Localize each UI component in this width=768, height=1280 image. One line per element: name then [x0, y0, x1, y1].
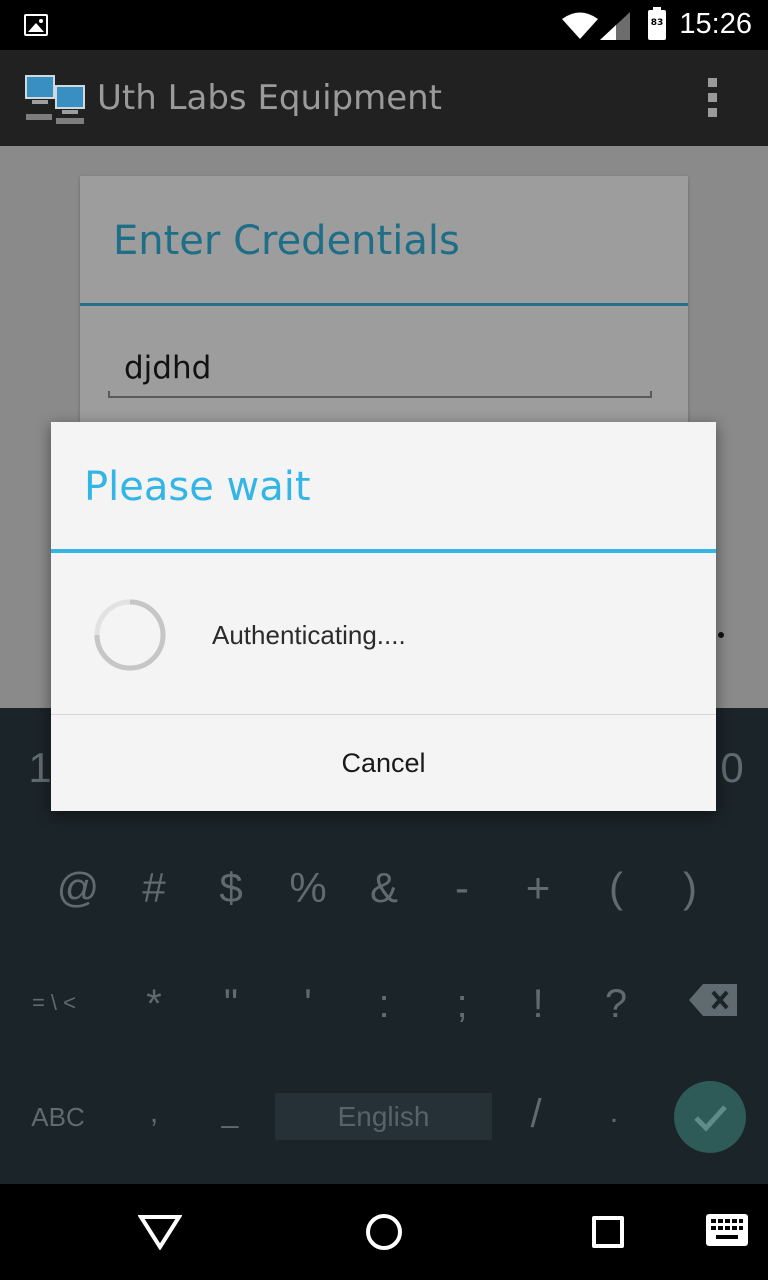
recent-apps-icon[interactable] [592, 1216, 624, 1248]
cell-signal-icon [600, 12, 630, 40]
credentials-title-divider [80, 303, 688, 306]
clock: 15:26 [679, 8, 752, 40]
username-input[interactable]: djdhd [124, 350, 211, 386]
key-single-quote[interactable]: ' [282, 982, 334, 1027]
app-logo-icon [25, 75, 85, 124]
delete-icon[interactable] [689, 982, 739, 1018]
key-asterisk[interactable]: * [128, 982, 180, 1027]
checkmark-icon [694, 1105, 727, 1132]
key-double-quote[interactable]: " [205, 982, 257, 1027]
dialog-title: Please wait [84, 464, 311, 510]
key-open-paren[interactable]: ( [590, 864, 642, 912]
key-plus[interactable]: + [512, 864, 564, 912]
key-semicolon[interactable]: ; [436, 982, 488, 1027]
key-colon[interactable]: : [358, 982, 410, 1027]
key-at[interactable]: @ [52, 864, 104, 912]
key-question[interactable]: ? [590, 982, 642, 1027]
key-more-symbols[interactable]: = \ < [16, 990, 92, 1016]
dot-marker [718, 632, 724, 638]
key-slash[interactable]: / [516, 1092, 556, 1137]
gallery-icon [24, 14, 48, 36]
key-period[interactable]: . [594, 1096, 634, 1130]
battery-icon: 83 [648, 7, 666, 40]
app-title: Uth Labs Equipment [97, 78, 443, 118]
key-percent[interactable]: % [282, 864, 334, 912]
key-comma[interactable]: , [134, 1096, 174, 1130]
wifi-icon [562, 12, 598, 39]
navigation-bar [0, 1184, 768, 1280]
app-bar: Uth Labs Equipment [0, 50, 768, 146]
progress-dialog: Please wait Authenticating.... Cancel [51, 422, 716, 811]
key-hash[interactable]: # [128, 864, 180, 912]
dialog-title-divider [51, 549, 716, 553]
home-icon[interactable] [366, 1214, 402, 1250]
key-minus[interactable]: - [436, 864, 488, 912]
battery-level: 83 [650, 18, 664, 28]
status-bar: 83 15:26 [0, 0, 768, 50]
key-exclamation[interactable]: ! [512, 982, 564, 1027]
keyboard-icon[interactable] [706, 1214, 748, 1246]
enter-key[interactable] [674, 1081, 746, 1153]
key-space[interactable]: English [275, 1093, 492, 1140]
back-icon[interactable] [138, 1214, 182, 1250]
key-abc[interactable]: ABC [22, 1102, 94, 1133]
key-ampersand[interactable]: & [358, 864, 410, 912]
loading-spinner [94, 599, 166, 671]
key-close-paren[interactable]: ) [664, 864, 716, 912]
username-input-underline [108, 391, 652, 398]
cancel-button[interactable]: Cancel [51, 715, 716, 811]
overflow-menu-icon[interactable] [700, 78, 724, 122]
key-dollar[interactable]: $ [205, 864, 257, 912]
dialog-message: Authenticating.... [212, 620, 406, 650]
key-underscore[interactable]: _ [210, 1096, 250, 1130]
credentials-title: Enter Credentials [113, 218, 460, 264]
key-0[interactable]: 0 [712, 744, 752, 792]
